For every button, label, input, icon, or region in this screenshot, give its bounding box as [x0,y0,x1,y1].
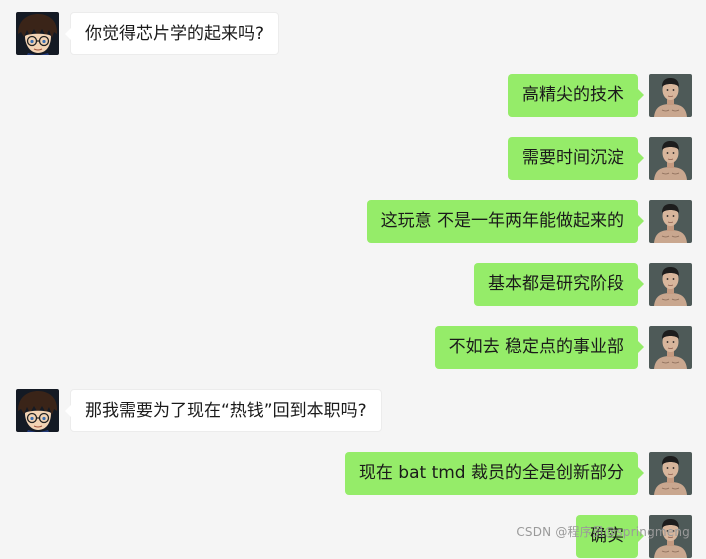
sent-message-bubble[interactable]: 高精尖的技术 [508,74,644,117]
contact-avatar[interactable] [16,389,59,432]
sent-message-bubble[interactable]: 需要时间沉淀 [508,137,644,180]
sent-message-bubble[interactable]: 不如去 稳定点的事业部 [434,326,645,369]
self-avatar[interactable] [649,200,692,243]
sent-message-bubble[interactable]: 这玩意 不是一年两年能做起来的 [366,200,645,243]
self-avatar[interactable] [649,137,692,180]
sent-message-bubble[interactable]: 现在 bat tmd 裁员的全是创新部分 [344,452,645,495]
self-avatar[interactable] [649,326,692,369]
message-row: 这玩意 不是一年两年能做起来的 [0,200,706,244]
self-avatar[interactable] [649,452,692,495]
received-message-bubble[interactable]: 你觉得芯片学的起来吗? [64,12,280,55]
message-row: 高精尖的技术 [0,74,706,118]
message-row: 不如去 稳定点的事业部 [0,326,706,370]
contact-avatar[interactable] [16,12,59,55]
sent-message-bubble[interactable]: 基本都是研究阶段 [474,263,644,306]
message-row: 需要时间沉淀 [0,137,706,181]
message-row: 现在 bat tmd 裁员的全是创新部分 [0,452,706,496]
self-avatar[interactable] [649,74,692,117]
self-avatar[interactable] [649,263,692,306]
received-message-bubble[interactable]: 那我需要为了现在“热钱”回到本职吗? [65,389,382,432]
chat-area[interactable]: 你觉得芯片学的起来吗? 高精尖的技术 需要时间沉淀这玩意 不是一年两年能做起来的基本… [0,0,706,558]
message-row: 那我需要为了现在“热钱”回到本职吗? [0,389,706,433]
message-row: 基本都是研究阶段 [0,263,706,307]
message-row: 你觉得芯片学的起来吗? [0,12,706,56]
watermark: CSDN @程序员@springmeng [516,525,690,539]
